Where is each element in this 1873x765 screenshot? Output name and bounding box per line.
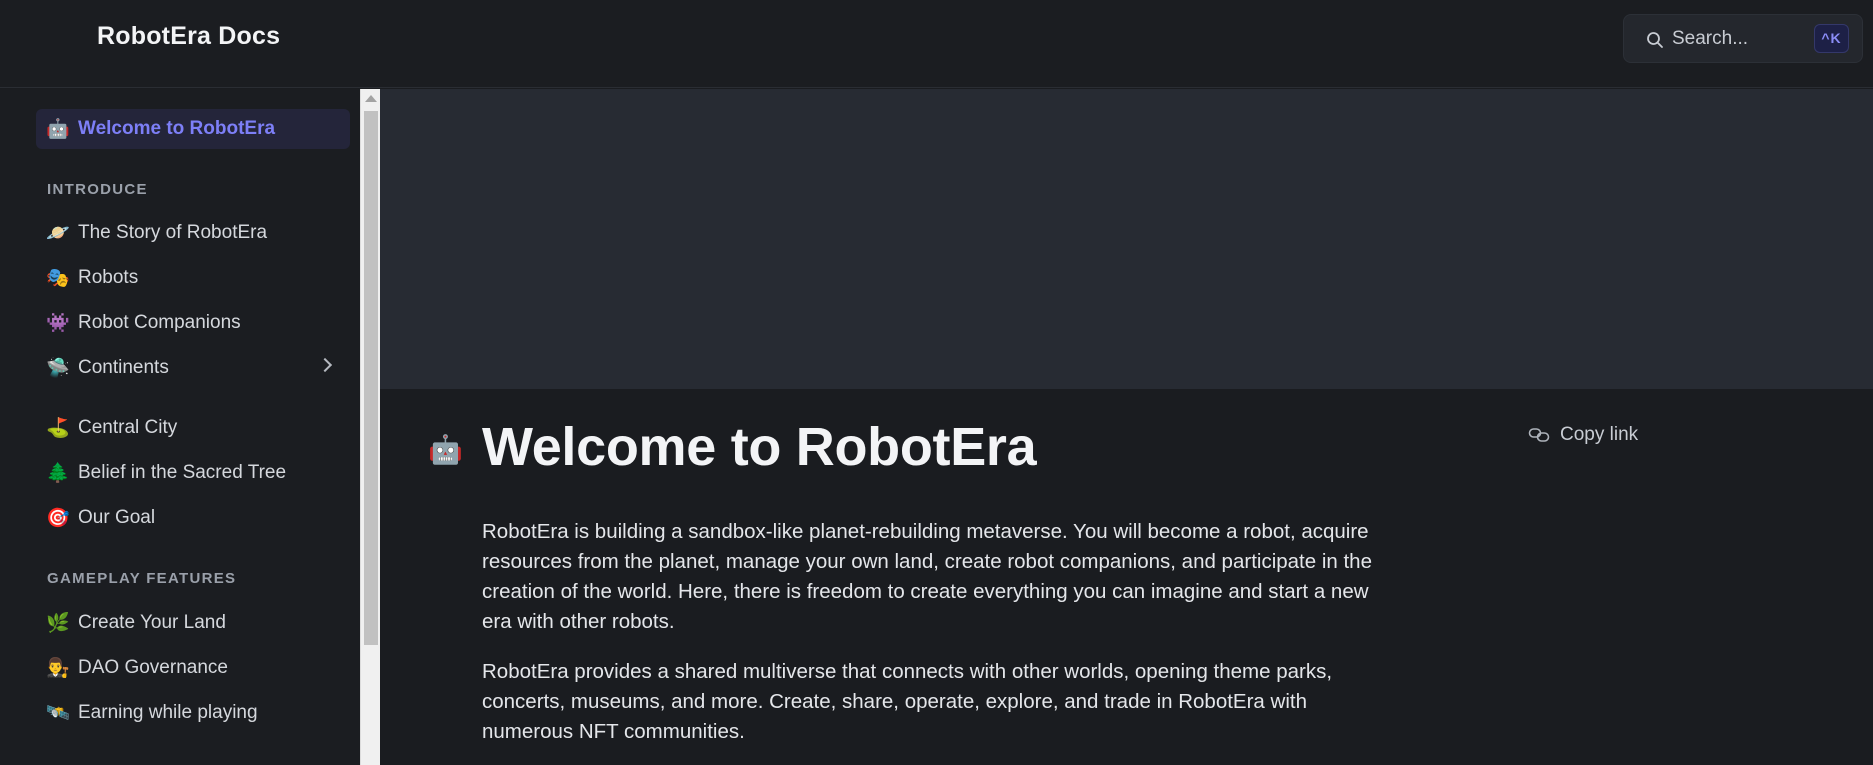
judge-icon: 👨‍⚖️ xyxy=(46,658,70,679)
section-title-introduce: INTRODUCE xyxy=(47,181,148,198)
site-brand[interactable]: RobotEra Docs xyxy=(97,22,280,51)
sidebar-item-label: Earning while playing xyxy=(78,702,258,723)
copy-link-label: Copy link xyxy=(1560,424,1639,445)
top-bar: RobotEra Docs Search... ^K xyxy=(0,0,1873,88)
hero-banner xyxy=(380,89,1873,389)
sidebar-item-our-goal[interactable]: 🎯 Our Goal xyxy=(36,498,350,538)
main-content: 🤖 Welcome to RobotEra Copy link RobotEra… xyxy=(380,389,1873,765)
sidebar-item-robots[interactable]: 🎭 Robots xyxy=(36,258,350,298)
robot-icon: 🤖 xyxy=(428,434,463,465)
sidebar-item-central-city[interactable]: ⛳ Central City xyxy=(36,408,350,448)
ufo-icon: 🛸 xyxy=(46,358,70,379)
sidebar-item-earning[interactable]: 🛰️ Earning while playing xyxy=(36,693,350,733)
sidebar: 🤖 Welcome to RobotEra INTRODUCE 🪐 The St… xyxy=(0,89,360,765)
sidebar-scrollbar[interactable] xyxy=(360,89,380,765)
sidebar-item-story[interactable]: 🪐 The Story of RobotEra xyxy=(36,213,350,253)
sidebar-item-label: Our Goal xyxy=(78,507,156,528)
sidebar-item-sacred-tree[interactable]: 🌲 Belief in the Sacred Tree xyxy=(36,453,350,493)
masks-icon: 🎭 xyxy=(46,268,70,289)
search-shortcut-badge: ^K xyxy=(1814,24,1849,53)
alien-monster-icon: 👾 xyxy=(46,313,70,334)
sidebar-item-welcome[interactable]: 🤖 Welcome to RobotEra xyxy=(36,109,350,149)
sidebar-item-label: Welcome to RobotEra xyxy=(78,118,276,139)
search-placeholder: Search... xyxy=(1672,28,1749,49)
tree-icon: 🌲 xyxy=(46,463,70,484)
scroll-thumb[interactable] xyxy=(364,111,378,645)
chevron-right-icon[interactable] xyxy=(317,357,333,373)
sidebar-item-label: Robot Companions xyxy=(78,312,241,333)
robot-icon: 🤖 xyxy=(46,119,70,140)
sidebar-item-label: Central City xyxy=(78,417,178,438)
search-icon xyxy=(1647,32,1663,48)
flag-in-hole-icon: ⛳ xyxy=(46,418,70,439)
page-title: Welcome to RobotEra xyxy=(482,417,1037,477)
intro-paragraph-1: RobotEra is building a sandbox-like plan… xyxy=(482,520,1372,633)
sidebar-item-dao-governance[interactable]: 👨‍⚖️ DAO Governance xyxy=(36,648,350,688)
herb-icon: 🌿 xyxy=(46,613,70,634)
intro-paragraph-2: RobotEra provides a shared multiverse th… xyxy=(482,660,1333,743)
link-icon xyxy=(1528,428,1550,442)
section-title-gameplay-features: GAMEPLAY FEATURES xyxy=(47,570,237,587)
sidebar-item-label: Create Your Land xyxy=(78,612,226,633)
sidebar-item-label: Robots xyxy=(78,267,139,288)
scroll-up-arrow-icon[interactable] xyxy=(365,95,377,102)
sidebar-item-label: Continents xyxy=(78,357,169,378)
sidebar-item-label: DAO Governance xyxy=(78,657,228,678)
target-icon: 🎯 xyxy=(46,508,70,529)
sidebar-item-robot-companions[interactable]: 👾 Robot Companions xyxy=(36,303,350,343)
copy-link-button[interactable]: Copy link xyxy=(1528,424,1638,446)
sidebar-item-create-land[interactable]: 🌿 Create Your Land xyxy=(36,603,350,643)
sidebar-item-label: Belief in the Sacred Tree xyxy=(78,462,287,483)
planet-icon: 🪐 xyxy=(46,223,70,244)
sidebar-item-continents[interactable]: 🛸 Continents xyxy=(36,348,350,388)
sidebar-item-label: The Story of RobotEra xyxy=(78,222,268,243)
search-box[interactable]: Search... ^K xyxy=(1623,14,1863,63)
satellite-icon: 🛰️ xyxy=(46,703,70,724)
